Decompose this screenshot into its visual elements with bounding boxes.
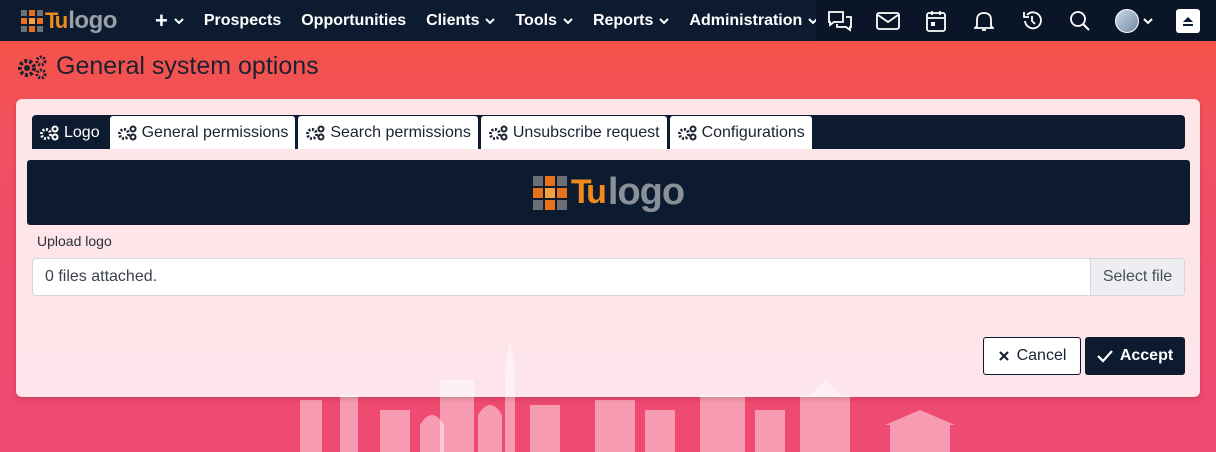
nav-label: Reports (592, 11, 654, 29)
tab-unsubscribe-request[interactable]: Unsubscribe request (480, 116, 667, 149)
bell-icon[interactable] (960, 0, 1008, 41)
user-menu[interactable] (1104, 8, 1164, 33)
nav-tools[interactable]: Tools (505, 0, 582, 41)
search-icon[interactable] (1056, 0, 1104, 41)
chevron-down-icon (174, 17, 184, 24)
nav-label: Administration (689, 11, 803, 29)
calendar-icon[interactable] (912, 0, 960, 41)
tab-configurations[interactable]: Configurations (669, 116, 812, 149)
file-status: 0 files attached. (45, 268, 158, 285)
tab-label: General permissions (141, 123, 289, 141)
logo-preview: Tu logo (27, 160, 1190, 225)
options-panel: Logo General permissions Search permissi… (16, 99, 1200, 397)
eject-icon[interactable] (1176, 8, 1200, 33)
brand-mark-icon (21, 9, 43, 32)
select-file-button[interactable]: Select file (1090, 259, 1184, 295)
cancel-button[interactable]: Cancel (983, 337, 1081, 375)
check-icon (1097, 350, 1113, 363)
brand-logo[interactable]: Tu logo (0, 0, 145, 41)
nav-prospects[interactable]: Prospects (194, 0, 291, 41)
nav-reports[interactable]: Reports (583, 0, 679, 41)
nav-label: Prospects (203, 11, 282, 29)
nav-label: Tools (515, 11, 557, 29)
nav-add-menu[interactable]: + (145, 0, 194, 41)
chevron-down-icon (563, 17, 573, 24)
gears-icon (117, 125, 137, 140)
tab-bar: Logo General permissions Search permissi… (32, 115, 1185, 149)
upload-label: Upload logo (37, 233, 112, 249)
gears-icon (18, 55, 47, 79)
plus-icon: + (155, 7, 168, 33)
tab-label: Configurations (701, 123, 805, 141)
avatar (1115, 8, 1139, 33)
nav-icon-bar (816, 0, 1216, 41)
gears-icon (488, 125, 508, 140)
accept-button[interactable]: Accept (1085, 337, 1185, 375)
logo-preview-name: logo (607, 171, 685, 213)
cancel-label: Cancel (1016, 347, 1067, 364)
tab-logo[interactable]: Logo (32, 116, 107, 149)
page-title: General system options (16, 52, 319, 81)
logo-preview-prefix: Tu (570, 173, 607, 211)
tab-general-permissions[interactable]: General permissions (109, 116, 296, 149)
top-navbar: Tu logo + Prospects Opportunities Client… (0, 0, 1216, 41)
accept-label: Accept (1119, 347, 1174, 364)
tab-label: Search permissions (330, 123, 471, 141)
nav-administration[interactable]: Administration (679, 0, 828, 41)
tab-search-permissions[interactable]: Search permissions (298, 116, 478, 149)
chevron-down-icon (1143, 17, 1153, 24)
logo-preview-image: Tu logo (532, 171, 685, 214)
chevron-down-icon (485, 17, 496, 24)
brand-mark-icon (532, 175, 567, 210)
page-title-text: General system options (56, 52, 319, 80)
gears-icon (306, 125, 325, 140)
brand-prefix: Tu (45, 7, 68, 33)
nav-opportunities[interactable]: Opportunities (291, 0, 416, 41)
file-upload-field[interactable]: 0 files attached. Select file (32, 258, 1185, 296)
nav-clients[interactable]: Clients (416, 0, 505, 41)
gears-icon (677, 125, 697, 140)
tab-label: Unsubscribe request (512, 123, 660, 141)
gears-icon (40, 125, 59, 140)
history-icon[interactable] (1008, 0, 1056, 41)
brand-name: logo (68, 6, 117, 34)
chevron-down-icon (659, 17, 670, 24)
mail-icon[interactable] (864, 0, 912, 41)
chat-icon[interactable] (816, 0, 864, 41)
nav-label: Clients (426, 11, 480, 29)
nav-label: Opportunities (301, 11, 407, 29)
tab-label: Logo (64, 123, 100, 141)
close-icon (998, 351, 1009, 361)
